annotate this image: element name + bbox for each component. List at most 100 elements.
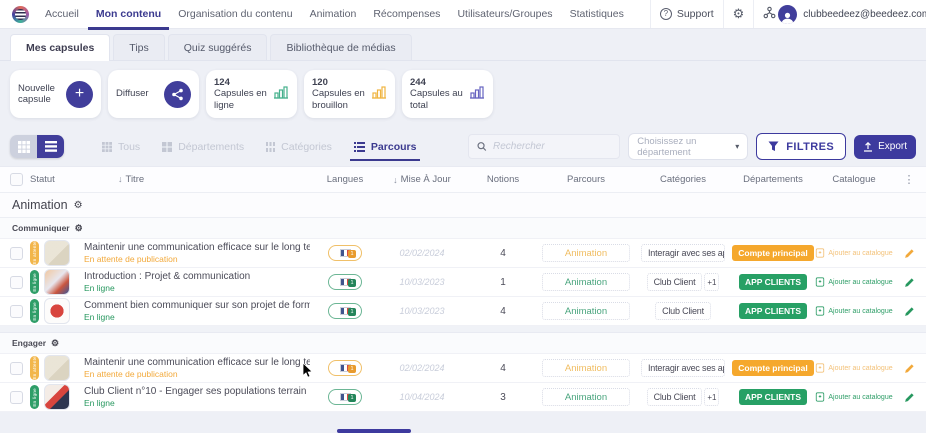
capsule-title[interactable]: Club Client n°10 - Engager ses populatio… [84, 386, 310, 397]
category-pill[interactable]: Club Client [647, 273, 703, 291]
plus-icon[interactable]: + [66, 81, 93, 108]
capsules-online-card[interactable]: 124 Capsules en ligne [206, 70, 297, 118]
filter-tab-tous[interactable]: Tous [102, 141, 140, 153]
table-row[interactable]: En ligne Club Client n°10 - Engager ses … [0, 383, 926, 412]
edit-pencil-icon[interactable] [904, 248, 915, 259]
nav-item-mon-contenu[interactable]: Mon contenu [96, 8, 161, 20]
tab-bibliotheque[interactable]: Bibliothèque de médias [270, 34, 411, 60]
column-menu-icon[interactable]: ⋮ [904, 173, 915, 186]
org-network-icon[interactable] [763, 6, 776, 22]
sort-desc-icon[interactable]: ↓ [393, 175, 398, 185]
category-pill[interactable]: Club Client [647, 388, 703, 406]
beedeez-logo-icon[interactable] [12, 6, 29, 23]
capsule-thumbnail [44, 240, 70, 266]
col-titre[interactable]: Titre [126, 174, 145, 185]
gear-icon[interactable]: ⚙ [51, 338, 59, 349]
list-toolbar: Tous Départements Catégories Parcours Ch… [0, 126, 926, 166]
language-pill[interactable]: 1 [328, 389, 362, 405]
capsule-title[interactable]: Comment bien communiquer sur son projet … [84, 300, 310, 311]
sort-desc-icon[interactable]: ↓ [118, 174, 123, 184]
row-checkbox[interactable] [10, 276, 23, 289]
support-button[interactable]: ? Support [660, 8, 714, 20]
nav-item-organisation[interactable]: Organisation du contenu [178, 8, 292, 20]
capsules-total-card[interactable]: 244 Capsules au total [402, 70, 493, 118]
bar-chart-icon [371, 84, 387, 104]
add-to-catalogue-button[interactable]: Ajouter au catalogue [815, 306, 892, 316]
language-count-badge: 1 [348, 394, 356, 402]
status-bar: En attente [30, 356, 39, 380]
department-badge[interactable]: Compte principal [732, 245, 813, 261]
department-badge[interactable]: APP CLIENTS [739, 274, 807, 290]
nav-item-animation[interactable]: Animation [310, 8, 357, 20]
subgroup-header-communiquer: Communiquer ⚙ [0, 218, 926, 239]
add-to-catalogue-button[interactable]: Ajouter au catalogue [815, 363, 892, 373]
grid-view-icon[interactable] [10, 135, 37, 158]
department-badge[interactable]: APP CLIENTS [739, 389, 807, 405]
language-pill[interactable]: 1 [328, 274, 362, 290]
capsules-draft-card[interactable]: 120 Capsules en brouillon [304, 70, 395, 118]
tab-mes-capsules[interactable]: Mes capsules [10, 34, 110, 61]
department-badge[interactable]: APP CLIENTS [739, 303, 807, 319]
category-pill[interactable]: Interagir avec ses ap.. [641, 244, 725, 262]
export-button[interactable]: Export [854, 135, 916, 159]
parcours-pill[interactable]: Animation [542, 388, 630, 406]
edit-pencil-icon[interactable] [904, 363, 915, 374]
bottom-scroll-indicator[interactable] [337, 429, 411, 433]
category-pill[interactable]: Club Client [655, 302, 711, 320]
diffuse-card[interactable]: Diffuser [108, 70, 199, 118]
nav-item-statistiques[interactable]: Statistiques [570, 8, 624, 20]
share-icon[interactable] [164, 81, 191, 108]
list-view-icon[interactable] [37, 135, 64, 158]
capsule-title[interactable]: Maintenir une communication efficace sur… [84, 242, 310, 253]
col-mise-a-jour[interactable]: Mise À Jour [401, 174, 451, 185]
parcours-pill[interactable]: Animation [542, 273, 630, 291]
row-checkbox[interactable] [10, 247, 23, 260]
edit-pencil-icon[interactable] [904, 306, 915, 317]
add-to-catalogue-button[interactable]: Ajouter au catalogue [815, 277, 892, 287]
language-pill[interactable]: 1 [328, 360, 362, 376]
language-pill[interactable]: 1 [328, 245, 362, 261]
nav-item-accueil[interactable]: Accueil [45, 8, 79, 20]
table-row[interactable]: En ligne Introduction : Projet & communi… [0, 268, 926, 297]
table-row[interactable]: En ligne Comment bien communiquer sur so… [0, 297, 926, 326]
filter-tab-departements[interactable]: Départements [162, 141, 244, 153]
tab-tips[interactable]: Tips [113, 34, 164, 60]
table-row[interactable]: En attente Maintenir une communication e… [0, 354, 926, 383]
capsule-title[interactable]: Maintenir une communication efficace sur… [84, 357, 310, 368]
department-badge[interactable]: Compte principal [732, 360, 813, 376]
gear-icon[interactable]: ⚙ [75, 223, 83, 234]
language-pill[interactable]: 1 [328, 303, 362, 319]
nav-item-recompenses[interactable]: Récompenses [373, 8, 440, 20]
nav-item-utilisateurs[interactable]: Utilisateurs/Groupes [457, 8, 552, 20]
parcours-pill[interactable]: Animation [542, 359, 630, 377]
row-checkbox[interactable] [10, 362, 23, 375]
grid-icon [102, 142, 112, 152]
row-checkbox[interactable] [10, 391, 23, 404]
edit-pencil-icon[interactable] [904, 392, 915, 403]
add-to-catalogue-button[interactable]: Ajouter au catalogue [815, 248, 892, 258]
search-input[interactable] [493, 141, 611, 152]
capsule-thumbnail [44, 298, 70, 324]
gear-icon[interactable]: ⚙ [74, 200, 83, 211]
capsule-title[interactable]: Introduction : Projet & communication [84, 271, 310, 282]
tab-quiz-suggeres[interactable]: Quiz suggérés [168, 34, 268, 60]
department-select[interactable]: Choisissez un département ▾ [628, 133, 748, 160]
category-extra-badge[interactable]: +1 [704, 273, 719, 291]
filter-tab-categories[interactable]: Catégories [266, 141, 332, 153]
filter-tab-parcours[interactable]: Parcours [354, 141, 417, 153]
table-row[interactable]: En attente Maintenir une communication e… [0, 239, 926, 268]
divider [650, 0, 651, 28]
search-box [468, 134, 620, 159]
add-to-catalogue-button[interactable]: Ajouter au catalogue [815, 392, 892, 402]
row-checkbox[interactable] [10, 305, 23, 318]
account-menu[interactable]: clubbeedeez@beedeez.com ▾ [776, 5, 926, 24]
select-all-checkbox[interactable] [10, 173, 23, 186]
parcours-pill[interactable]: Animation [542, 244, 630, 262]
parcours-pill[interactable]: Animation [542, 302, 630, 320]
category-extra-badge[interactable]: +1 [704, 388, 719, 406]
category-pill[interactable]: Interagir avec ses ap.. [641, 359, 725, 377]
settings-gear-icon[interactable]: ⚙ [733, 6, 745, 22]
new-capsule-card[interactable]: Nouvelle capsule + [10, 70, 101, 118]
edit-pencil-icon[interactable] [904, 277, 915, 288]
filters-button[interactable]: FILTRES [756, 133, 846, 160]
